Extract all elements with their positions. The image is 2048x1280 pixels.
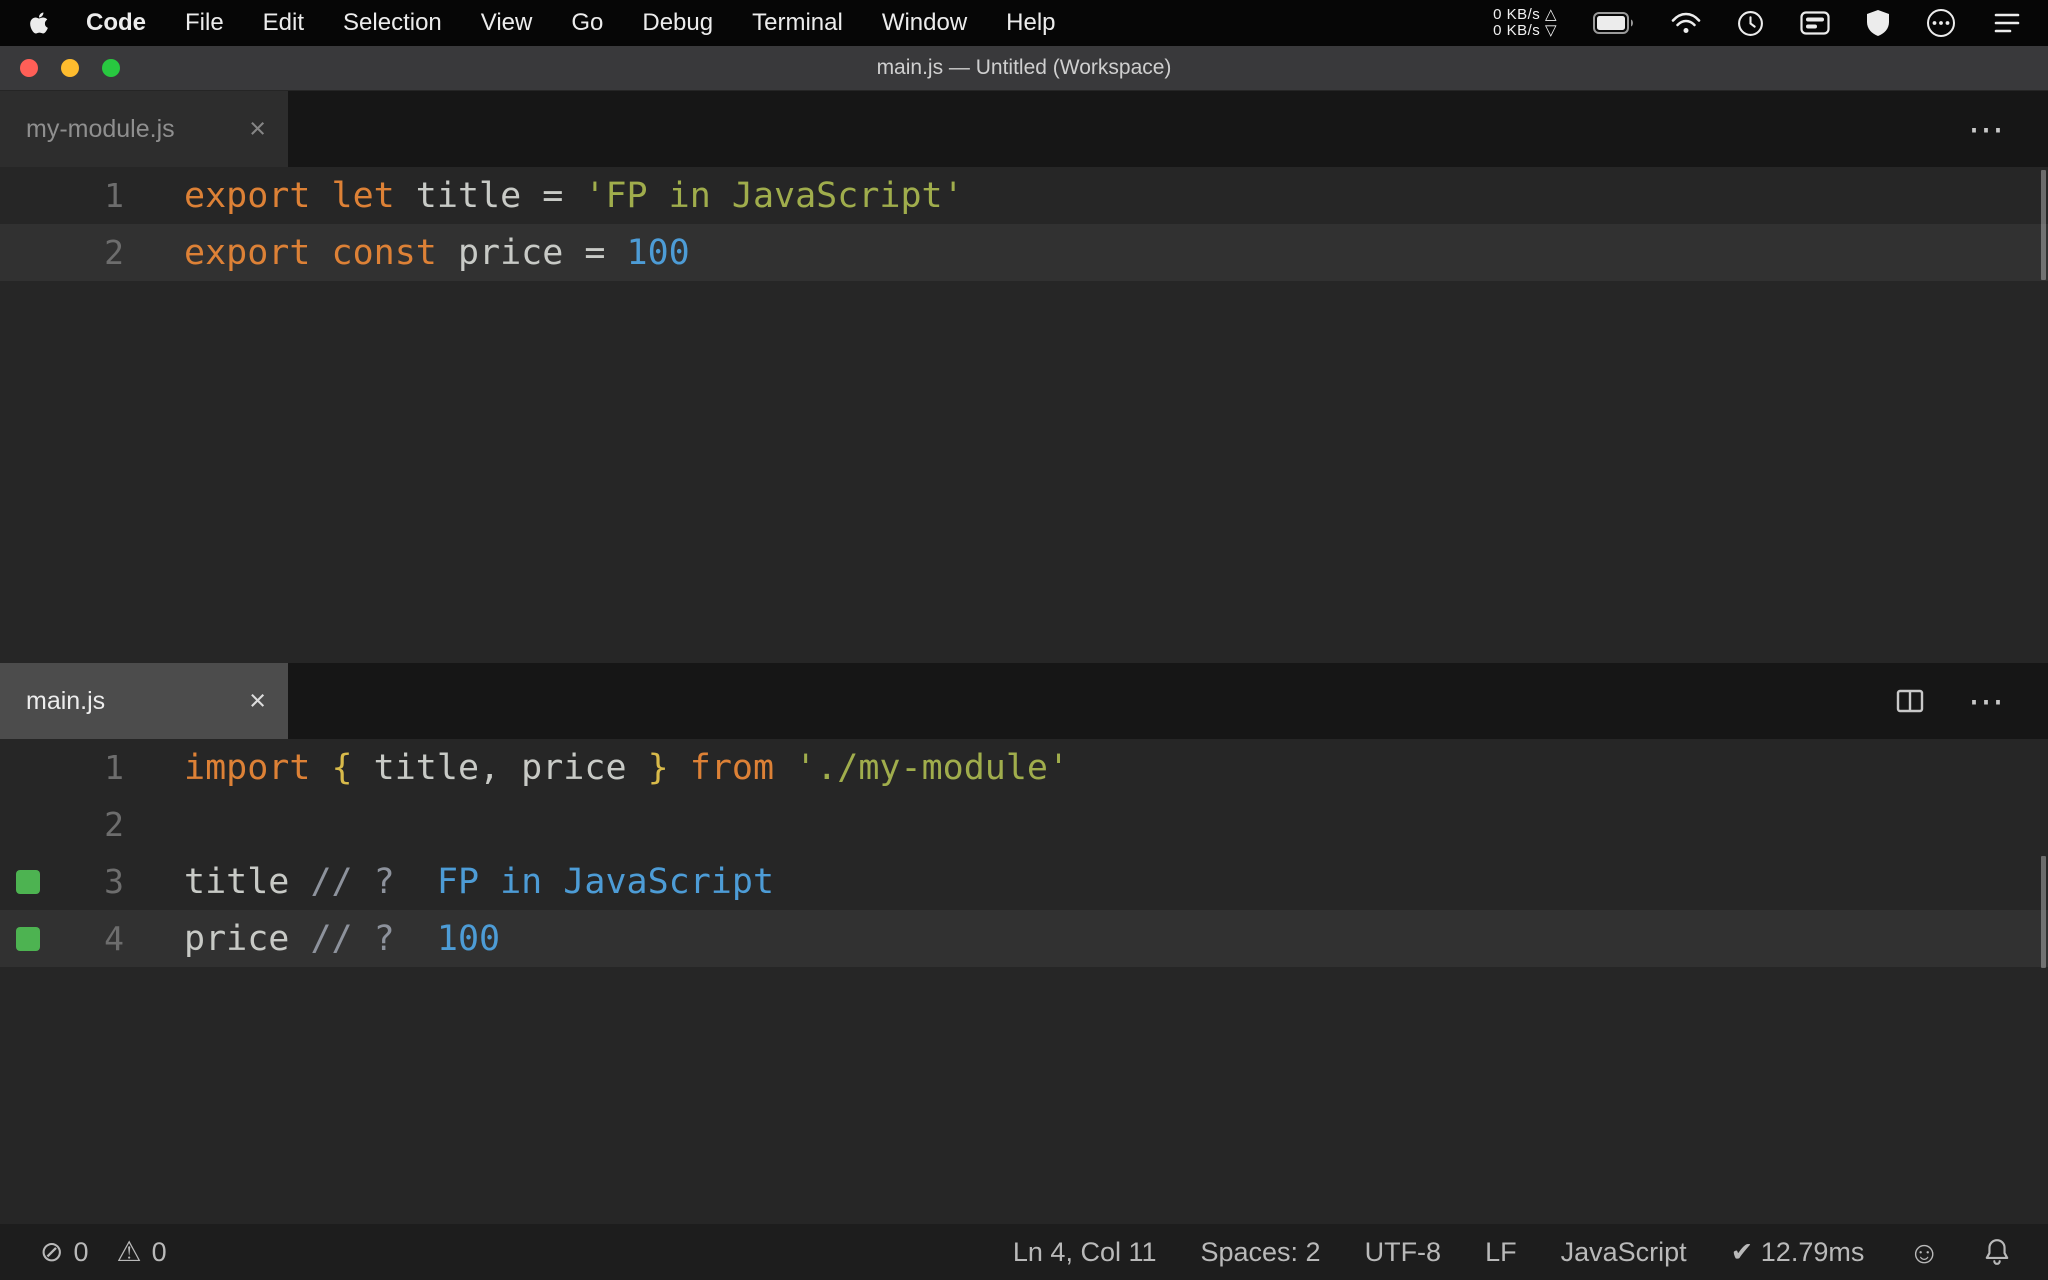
line-number: 1 [104, 748, 124, 787]
overview-ruler-mark [2041, 170, 2046, 280]
menu-item-debug[interactable]: Debug [642, 9, 713, 37]
menu-item-help[interactable]: Help [1006, 9, 1055, 37]
code-line[interactable]: 3 title // ? FP in JavaScript [0, 853, 2048, 910]
status-bar: ⊘ 0 ⚠ 0 Ln 4, Col 11 Spaces: 2 UTF-8 LF Java… [0, 1224, 2048, 1280]
status-item-language-mode[interactable]: JavaScript [1561, 1237, 1687, 1268]
menu-item-view[interactable]: View [481, 9, 533, 37]
code-text: title // ? FP in JavaScript [184, 861, 775, 902]
gutter-decoration [0, 910, 50, 967]
tab-my-module-js[interactable]: my-module.js × [0, 91, 288, 167]
menu-item-code[interactable]: Code [86, 9, 146, 37]
traffic-lights [20, 46, 120, 90]
code-text: price // ? 100 [184, 918, 501, 959]
apple-menu-icon[interactable] [28, 10, 50, 36]
stats-icon[interactable] [1800, 11, 1830, 35]
code-area-top[interactable]: 1 export let title = 'FP in JavaScript' 2 e… [0, 167, 2048, 663]
line-number: 4 [104, 919, 124, 958]
editor-actions-bottom: ⋯ [1894, 663, 2048, 739]
window-title: main.js — Untitled (Workspace) [876, 56, 1172, 79]
more-menu-icon[interactable] [1926, 8, 1956, 38]
line-number: 1 [104, 176, 124, 215]
tab-close-icon[interactable]: × [249, 686, 266, 716]
menu-item-selection[interactable]: Selection [343, 9, 442, 37]
menu-items: Code File Edit Selection View Go Debug Terminal… [86, 9, 1056, 37]
minimize-window-button[interactable] [61, 59, 79, 77]
battery-icon[interactable] [1593, 12, 1635, 34]
code-line[interactable]: 4 price // ? 100 [0, 910, 2048, 967]
status-right-items: Ln 4, Col 11 Spaces: 2 UTF-8 LF JavaScript ✔ … [1013, 1237, 1864, 1268]
editor-group-top: my-module.js × ⋯ 1 export let title = 'FP… [0, 91, 2048, 663]
feedback-smiley-icon[interactable]: ☺ [1908, 1237, 1940, 1268]
tab-main-js[interactable]: main.js × [0, 663, 288, 739]
clock-icon[interactable] [1737, 10, 1764, 37]
more-actions-icon[interactable]: ⋯ [1968, 683, 2004, 718]
gutter-decoration [0, 167, 50, 224]
menu-item-edit[interactable]: Edit [263, 9, 304, 37]
zoom-window-button[interactable] [102, 59, 120, 77]
gutter-decoration [0, 224, 50, 281]
menu-item-go[interactable]: Go [571, 9, 603, 37]
gutter-decoration [0, 853, 50, 910]
warning-count: 0 [151, 1236, 167, 1267]
status-item-quokka-runtime[interactable]: ✔ 12.79ms [1731, 1237, 1865, 1268]
code-line[interactable]: 2 [0, 796, 2048, 853]
more-actions-icon[interactable]: ⋯ [1968, 111, 2004, 146]
error-count: 0 [73, 1236, 89, 1267]
code-line[interactable]: 1 import { title, price } from './my-modu… [0, 739, 2048, 796]
tab-label: main.js [26, 686, 106, 715]
line-number: 2 [104, 233, 124, 272]
network-up-label: 0 KB/s △ [1493, 6, 1557, 23]
overview-ruler-mark [2041, 856, 2046, 968]
window-title-bar[interactable]: main.js — Untitled (Workspace) [0, 46, 2048, 91]
gutter-decoration [0, 796, 50, 853]
shield-icon[interactable] [1866, 9, 1890, 37]
network-speed-indicator[interactable]: 0 KB/s △ 0 KB/s ▽ [1493, 7, 1557, 39]
line-number: 2 [104, 805, 124, 844]
status-item-encoding[interactable]: UTF-8 [1365, 1237, 1442, 1268]
menu-item-terminal[interactable]: Terminal [752, 9, 843, 37]
status-right: Ln 4, Col 11 Spaces: 2 UTF-8 LF JavaScript ✔ … [1013, 1237, 2010, 1268]
error-icon: ⊘ [40, 1236, 64, 1267]
code-text: export let title = 'FP in JavaScript' [184, 175, 964, 216]
code-text: export const price = 100 [184, 232, 690, 273]
close-window-button[interactable] [20, 59, 38, 77]
tab-bar-top: my-module.js × ⋯ [0, 91, 2048, 167]
line-number: 3 [104, 862, 124, 901]
wifi-icon[interactable] [1671, 12, 1701, 35]
warning-icon: ⚠ [116, 1236, 142, 1267]
code-line[interactable]: 2 export const price = 100 [0, 224, 2048, 281]
code-text: import { title, price } from './my-modul… [184, 747, 1070, 788]
menu-item-window[interactable]: Window [882, 9, 967, 37]
notifications-bell-icon[interactable] [1984, 1238, 2010, 1266]
editor-group-bottom: main.js × ⋯ 1 import { title, price } fro… [0, 663, 2048, 1224]
problems-indicator[interactable]: ⊘ 0 ⚠ 0 [40, 1237, 167, 1268]
menu-item-file[interactable]: File [185, 9, 224, 37]
status-item-eol[interactable]: LF [1485, 1237, 1517, 1268]
status-item-cursor-position[interactable]: Ln 4, Col 11 [1013, 1237, 1157, 1268]
menu-bar-status-area: 0 KB/s △ 0 KB/s ▽ [1493, 7, 2022, 39]
tab-bar-bottom: main.js × ⋯ [0, 663, 2048, 739]
code-area-bottom[interactable]: 1 import { title, price } from './my-modu… [0, 739, 2048, 1224]
gutter-decoration [0, 739, 50, 796]
status-item-indentation[interactable]: Spaces: 2 [1201, 1237, 1321, 1268]
network-down-label: 0 KB/s ▽ [1493, 22, 1557, 39]
split-editor-icon[interactable] [1894, 685, 1926, 717]
quokka-coverage-marker-icon [16, 926, 40, 951]
menu-bar: Code File Edit Selection View Go Debug Terminal… [0, 0, 2048, 46]
tab-close-icon[interactable]: × [249, 114, 266, 144]
editor-actions-top: ⋯ [1968, 91, 2048, 167]
list-menu-icon[interactable] [1992, 11, 2022, 35]
code-line[interactable]: 1 export let title = 'FP in JavaScript' [0, 167, 2048, 224]
quokka-coverage-marker-icon [16, 869, 40, 894]
screen: Code File Edit Selection View Go Debug Terminal… [0, 0, 2048, 1280]
tab-label: my-module.js [26, 114, 175, 143]
